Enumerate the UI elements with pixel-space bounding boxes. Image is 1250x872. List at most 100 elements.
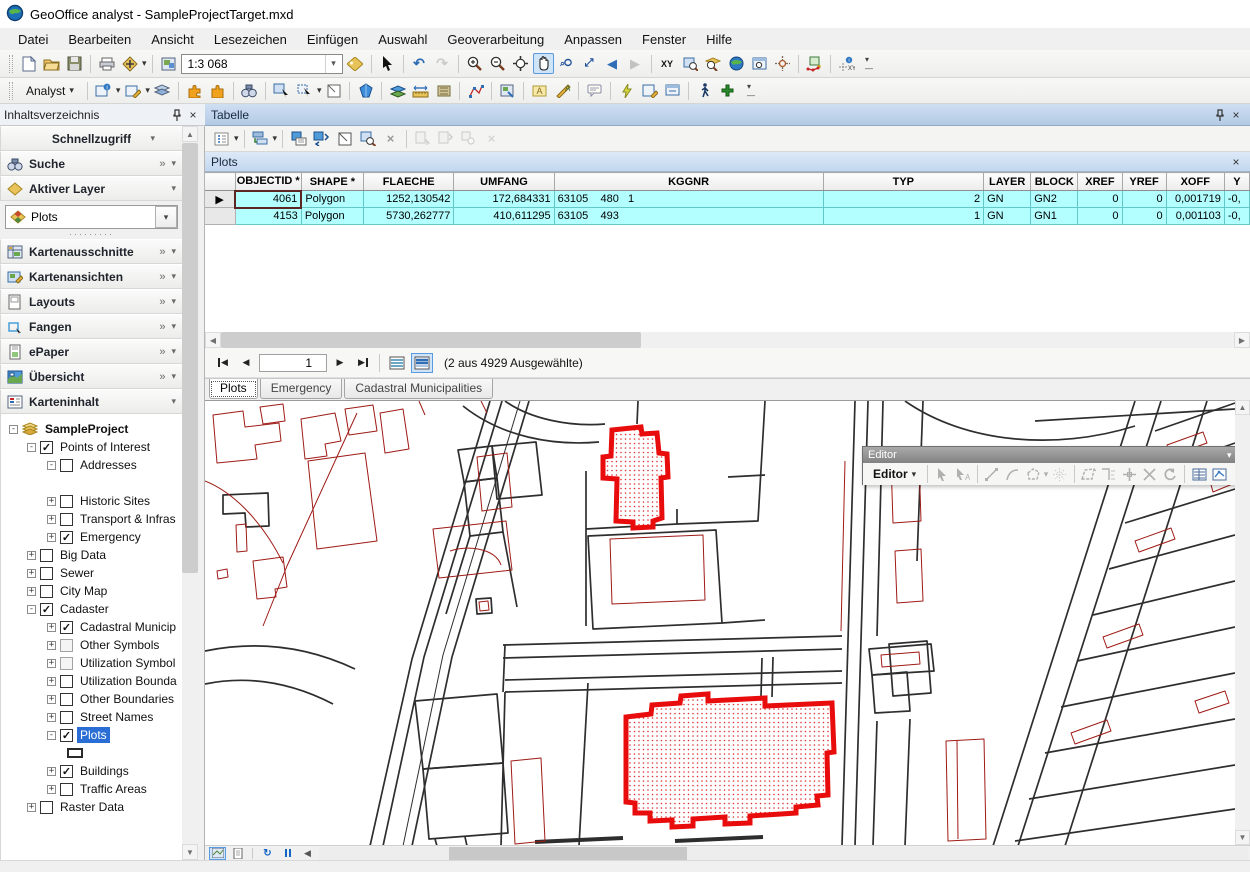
chevron-down-icon[interactable]: ▾ xyxy=(171,271,176,282)
section-kartenausschnitte[interactable]: Kartenausschnitte » ▾ xyxy=(0,239,183,264)
pan-tool-button[interactable] xyxy=(533,53,554,74)
split-tool-icon[interactable] xyxy=(1140,465,1158,483)
create-arc-tool-icon[interactable] xyxy=(1003,465,1021,483)
scroll-left-icon[interactable]: ◀ xyxy=(205,332,221,348)
close-sheet-icon[interactable]: × xyxy=(1228,154,1244,170)
search-binoculars-button[interactable] xyxy=(239,80,260,101)
label-draw-button[interactable]: A xyxy=(552,80,573,101)
page-setup-button[interactable] xyxy=(158,53,179,74)
export-map-button[interactable] xyxy=(497,80,518,101)
edit-vertices-button[interactable] xyxy=(465,80,486,101)
checkbox-checked[interactable]: ✓ xyxy=(60,729,73,742)
identify-tool-caret[interactable]: ▾ xyxy=(116,85,121,96)
show-selected-records-button[interactable] xyxy=(411,353,433,373)
next-record-button[interactable]: ▶ xyxy=(330,354,350,372)
overflow-chevron-icon[interactable]: » xyxy=(159,271,165,283)
chevron-down-icon[interactable]: ▾ xyxy=(171,346,176,357)
scroll-down-icon[interactable]: ▼ xyxy=(182,844,198,860)
checkbox-unchecked[interactable] xyxy=(60,693,73,706)
expand-icon[interactable]: + xyxy=(47,713,56,722)
table-options-caret[interactable]: ▾ xyxy=(234,133,239,144)
tab-emergency[interactable]: Emergency xyxy=(260,379,343,399)
cell-xoff[interactable]: 0,001719 xyxy=(1166,191,1224,208)
tree-label[interactable]: Emergency xyxy=(77,529,144,545)
viewer-window-button[interactable] xyxy=(749,53,770,74)
tree-item-points-of-interest[interactable]: - ✓ Points of Interest xyxy=(1,438,182,456)
expand-icon[interactable]: + xyxy=(27,803,36,812)
analyst-toolbar-grip[interactable] xyxy=(9,82,13,100)
tree-label[interactable]: Street Names xyxy=(77,709,156,725)
section-aktiver-layer[interactable]: Aktiver Layer ▾ xyxy=(0,176,183,201)
menu-anpassen[interactable]: Anpassen xyxy=(554,30,632,49)
add-data-caret[interactable]: ▾ xyxy=(142,58,147,69)
label-a-button[interactable]: A xyxy=(529,80,550,101)
related-tables-caret[interactable]: ▾ xyxy=(273,133,278,144)
select-by-location-button[interactable] xyxy=(271,80,292,101)
collapse-icon[interactable]: - xyxy=(27,605,36,614)
tree-item-transport-infrastructure[interactable]: + Transport & Infras xyxy=(1,510,182,528)
tree-label[interactable]: Sewer xyxy=(57,565,97,581)
checkbox-unchecked[interactable] xyxy=(60,711,73,724)
tree-label-selected[interactable]: Plots xyxy=(77,727,110,743)
tree-label[interactable]: Transport & Infras xyxy=(77,511,179,527)
tree-label[interactable]: Other Boundaries xyxy=(77,691,177,707)
chevron-down-icon[interactable]: ▾ xyxy=(150,133,155,144)
cell-yref[interactable]: 0 xyxy=(1122,208,1166,225)
measure-distance-button[interactable] xyxy=(410,80,431,101)
puzzle-tool-1-button[interactable] xyxy=(184,80,205,101)
menu-ansicht[interactable]: Ansicht xyxy=(141,30,204,49)
new-document-button[interactable] xyxy=(18,53,39,74)
zoom-in-button[interactable] xyxy=(464,53,485,74)
cell-y[interactable]: -0, xyxy=(1224,191,1249,208)
select-elements-cursor-button[interactable] xyxy=(377,53,398,74)
col-layer[interactable]: LAYER xyxy=(984,173,1031,191)
expand-icon[interactable]: + xyxy=(47,785,56,794)
active-layer-dropdown-icon[interactable]: ▾ xyxy=(155,206,177,228)
menu-bearbeiten[interactable]: Bearbeiten xyxy=(58,30,141,49)
chevron-down-icon[interactable]: ▾ xyxy=(171,396,176,407)
collapse-icon[interactable]: - xyxy=(47,731,56,740)
tree-label[interactable]: Buildings xyxy=(77,763,132,779)
editor-toolbar-titlebar[interactable]: Editor ▾ × xyxy=(863,447,1249,463)
go-forward-extent-button[interactable]: ▶ xyxy=(625,53,646,74)
go-to-xy-button[interactable]: XY xyxy=(657,53,678,74)
route-tool-button[interactable] xyxy=(804,53,825,74)
tree-label[interactable]: SampleProject xyxy=(42,421,131,437)
rotate-tool-icon[interactable] xyxy=(1161,465,1179,483)
cell-layer[interactable]: GN xyxy=(984,208,1031,225)
tree-label[interactable]: Cadaster xyxy=(57,601,112,617)
col-shape[interactable]: SHAPE * xyxy=(301,173,363,191)
tree-item-emergency[interactable]: + ✓ Emergency xyxy=(1,528,182,546)
tree-item-cadaster[interactable]: - ✓ Cadaster xyxy=(1,600,182,618)
gem-tool-button[interactable] xyxy=(355,80,376,101)
cell-y[interactable]: -0, xyxy=(1224,208,1249,225)
expand-icon[interactable]: + xyxy=(47,533,56,542)
clear-selection-table-button[interactable] xyxy=(334,128,355,149)
show-all-records-button[interactable] xyxy=(386,353,408,373)
checkbox-unchecked[interactable] xyxy=(60,495,73,508)
clear-selection-button[interactable] xyxy=(323,80,344,101)
zoom-window-button[interactable] xyxy=(680,53,701,74)
table-options-button[interactable] xyxy=(211,128,232,149)
overflow-chevron-icon[interactable]: » xyxy=(159,246,165,258)
menu-fenster[interactable]: Fenster xyxy=(632,30,696,49)
cell-kggnr[interactable]: 63105 493 xyxy=(554,208,823,225)
tree-item-addresses[interactable]: - Addresses xyxy=(1,456,182,474)
cell-shape[interactable]: Polygon xyxy=(301,191,363,208)
tree-item-city-map[interactable]: + City Map xyxy=(1,582,182,600)
plots-symbol-row[interactable] xyxy=(1,744,182,762)
expand-icon[interactable]: + xyxy=(47,497,56,506)
go-back-extent-button[interactable]: ◀ xyxy=(602,53,623,74)
edit-attributes-caret[interactable]: ▾ xyxy=(145,85,150,96)
overflow-chevron-icon[interactable]: » xyxy=(159,371,165,383)
expand-icon[interactable]: + xyxy=(27,551,36,560)
scroll-up-icon[interactable]: ▲ xyxy=(182,126,198,142)
measure-area-button[interactable] xyxy=(433,80,454,101)
tree-item-plots[interactable]: - ✓ Plots xyxy=(1,726,182,744)
scroll-left-icon[interactable]: ◀ xyxy=(299,847,316,860)
tree-item-cadastral-municipalities[interactable]: + ✓ Cadastral Municip xyxy=(1,618,182,636)
cell-flaeche[interactable]: 5730,262777 xyxy=(364,208,454,225)
tree-label[interactable]: Addresses xyxy=(77,457,140,473)
expand-icon[interactable]: + xyxy=(47,515,56,524)
col-typ[interactable]: TYP xyxy=(823,173,984,191)
